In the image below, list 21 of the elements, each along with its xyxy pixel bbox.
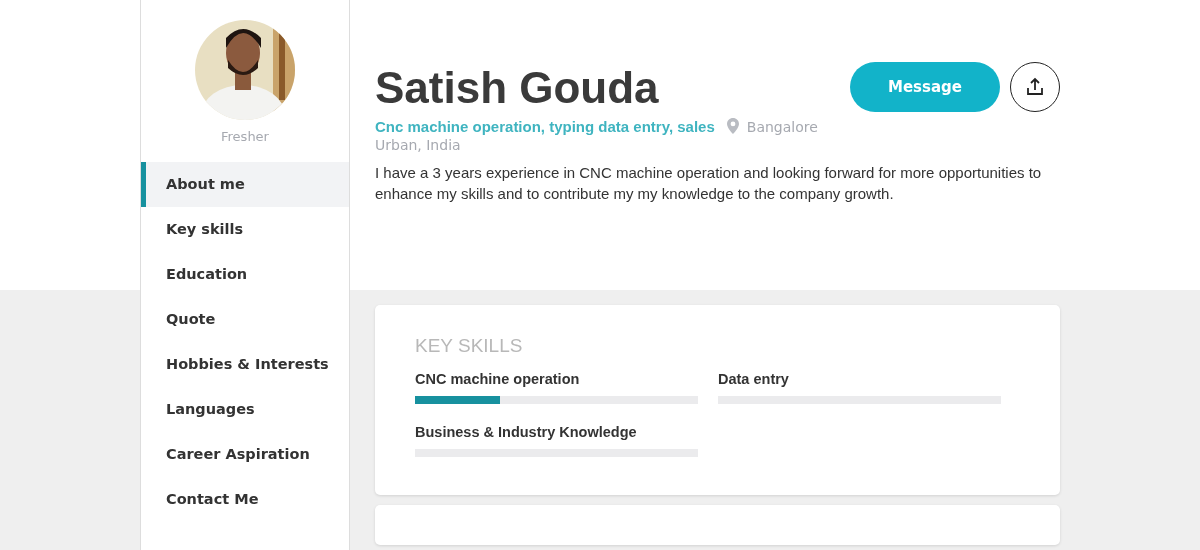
skill-name: CNC machine operation bbox=[415, 371, 581, 387]
location: Bangalore bbox=[746, 119, 818, 135]
sidebar-item[interactable]: Quote bbox=[141, 297, 349, 342]
summary-text: I have a 3 years experience in CNC machine operation and looking forward for more opportunities to enhance my skills and to contribute my my knowledge to the company growth. bbox=[375, 163, 1043, 204]
sidebar-item[interactable]: Education bbox=[141, 252, 349, 297]
share-icon bbox=[1025, 77, 1045, 97]
share-button[interactable] bbox=[1010, 62, 1060, 112]
sidebar-item[interactable]: Key skills bbox=[141, 207, 349, 252]
profile-name: Satish Gouda bbox=[375, 62, 660, 114]
sidebar-item[interactable]: Languages bbox=[141, 387, 349, 432]
sidebar-item[interactable]: Hobbies & Interests bbox=[141, 342, 349, 387]
headline: Cnc machine operation, typing data entry, sales bbox=[375, 118, 715, 135]
sidebar-item[interactable]: Contact Me bbox=[141, 477, 349, 522]
section-title: KEY SKILLS bbox=[415, 335, 524, 357]
sidebar-item[interactable]: Career Aspiration bbox=[141, 432, 349, 477]
location-pin-icon bbox=[726, 118, 739, 134]
location: Urban, India bbox=[375, 137, 461, 153]
sidebar-item[interactable]: About me bbox=[141, 162, 349, 207]
skill-name: Data entry bbox=[718, 371, 790, 387]
status-label: Fresher bbox=[221, 129, 269, 146]
skill-name: Business & Industry Knowledge bbox=[415, 424, 638, 440]
